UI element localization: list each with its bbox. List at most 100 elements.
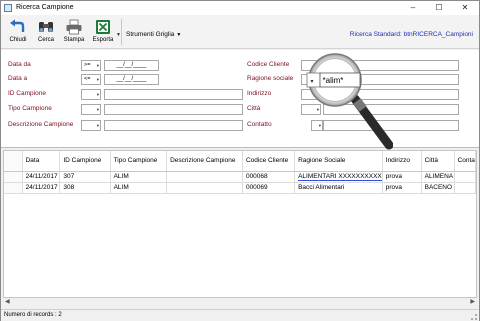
column-header[interactable]: Descrizione Campione — [166, 151, 243, 172]
svg-text:▾: ▾ — [311, 79, 314, 85]
results-table: Data ID Campione Tipo Campione Descrizio… — [4, 151, 476, 194]
resize-grip-icon[interactable] — [471, 314, 477, 320]
esporta-label: Esporta — [92, 37, 114, 43]
table-cell: ALIM — [110, 182, 168, 194]
table-cell: 24/11/2017 — [22, 171, 61, 183]
exit-arrow-icon — [10, 19, 25, 32]
status-bar: Numero di records : 2 — [1, 309, 479, 321]
match-highlight: ALIMENTARI XXXXXXXXXX — [298, 173, 382, 181]
table-cell: ALIM — [110, 171, 168, 183]
descrizione-campione-field[interactable] — [104, 120, 243, 131]
printer-icon — [66, 19, 82, 35]
descrizione-campione-label: Descrizione Campione — [8, 121, 74, 128]
table-row[interactable]: 24/11/2017 307 ALIM 000068 ALIMENTARI XX… — [4, 171, 476, 183]
chevron-down-icon: ▾ — [96, 123, 99, 128]
codice-cliente-label: Codice Cliente — [247, 61, 290, 68]
excel-icon — [96, 20, 110, 34]
data-a-label: Data a — [8, 75, 28, 82]
id-campione-label: ID Campione — [8, 90, 46, 97]
scroll-right-icon[interactable]: ▶ — [470, 298, 475, 305]
ragione-sociale-label: Ragione sociale — [247, 75, 294, 82]
horizontal-scrollbar[interactable]: ◀ ▶ — [3, 298, 477, 306]
data-a-operator-value: <= — [84, 76, 91, 82]
table-cell: ALIMENA — [421, 171, 455, 183]
contatto-label: Contatto — [247, 121, 272, 128]
chevron-down-icon: ▾ — [96, 77, 99, 82]
app-window: Ricerca Campione – ☐ ✕ Chiudi Cerca Stam… — [0, 0, 480, 321]
ricerca-standard-link[interactable]: Ricerca Standard: btnRICERCA_Campioni — [350, 31, 473, 38]
binoculars-icon — [39, 22, 53, 32]
app-icon — [4, 4, 12, 12]
column-header[interactable]: Data — [22, 151, 61, 172]
cerca-label: Cerca — [37, 37, 54, 43]
citta-label: Città — [247, 105, 261, 112]
chevron-down-icon: ▼ — [176, 32, 182, 38]
table-cell: 000068 — [242, 171, 296, 183]
tipo-campione-label: Tipo Campione — [8, 105, 52, 112]
data-da-label: Data da — [8, 61, 31, 68]
table-cell: Bacci Alimentari — [294, 182, 383, 194]
toolbar-separator — [121, 19, 122, 45]
id-campione-field[interactable] — [104, 89, 243, 100]
chevron-down-icon: ▾ — [96, 107, 99, 112]
minimize-button[interactable]: – — [400, 1, 426, 15]
maximize-button[interactable]: ☐ — [426, 1, 452, 15]
record-count: Numero di records : 2 — [4, 312, 62, 318]
table-cell — [454, 171, 476, 183]
table-cell: 307 — [59, 171, 111, 183]
column-header[interactable]: Indirizzo — [382, 151, 422, 172]
table-cell: 000069 — [242, 182, 296, 194]
table-cell: 308 — [59, 182, 111, 194]
row-header-corner — [4, 151, 23, 172]
strumenti-griglia-menu[interactable]: Strumenti Griglia ▼ — [126, 31, 181, 38]
row-header[interactable] — [4, 171, 23, 183]
magnifying-glass-icon: ▾ *alim* — [306, 53, 394, 150]
table-cell — [454, 182, 476, 194]
table-cell: prova — [382, 182, 422, 194]
title-bar: Ricerca Campione – ☐ ✕ — [1, 1, 479, 15]
data-da-operator-value: >= — [84, 62, 91, 68]
row-header[interactable] — [4, 182, 23, 194]
cerca-button[interactable]: Cerca — [33, 17, 59, 47]
tipo-campione-field[interactable] — [104, 104, 243, 115]
column-header[interactable]: Conta — [454, 151, 476, 172]
data-a-field[interactable]: __/__/____ — [104, 74, 159, 85]
data-a-operator[interactable]: <= ▾ — [81, 74, 101, 85]
column-header[interactable]: Codice Cliente — [242, 151, 296, 172]
data-da-operator[interactable]: >= ▾ — [81, 60, 101, 71]
table-row[interactable]: 24/11/2017 308 ALIM 000069 Bacci Aliment… — [4, 182, 476, 194]
id-campione-operator[interactable]: ▾ — [81, 89, 101, 100]
table-cell — [166, 171, 243, 183]
esporta-button[interactable]: Esporta — [89, 17, 117, 47]
tipo-campione-operator[interactable]: ▾ — [81, 104, 101, 115]
chiudi-label: Chiudi — [9, 37, 27, 43]
close-button[interactable]: ✕ — [452, 1, 478, 15]
results-area: Data ID Campione Tipo Campione Descrizio… — [1, 147, 479, 309]
column-header[interactable]: Città — [421, 151, 455, 172]
magnifier-overlay: ▾ *alim* — [303, 53, 394, 153]
results-grid[interactable]: Data ID Campione Tipo Campione Descrizio… — [3, 150, 477, 298]
column-header[interactable]: Tipo Campione — [110, 151, 168, 172]
header-row: Data ID Campione Tipo Campione Descrizio… — [4, 151, 476, 172]
chevron-down-icon: ▾ — [96, 63, 99, 68]
stampa-label: Stampa — [63, 37, 85, 43]
descrizione-campione-operator[interactable]: ▾ — [81, 120, 101, 131]
column-header[interactable]: ID Campione — [59, 151, 111, 172]
table-cell — [166, 182, 243, 194]
indirizzo-label: Indirizzo — [247, 90, 272, 97]
column-header[interactable]: Ragione Sociale — [294, 151, 383, 172]
search-form: Data da >= ▾ __/__/____ Data a <= ▾ __/__/… — [1, 50, 479, 147]
chiudi-button[interactable]: Chiudi — [5, 17, 31, 47]
magnified-ragione-sociale-value: *alim* — [323, 76, 344, 85]
table-cell: prova — [382, 171, 422, 183]
table-cell: BACENO — [421, 182, 455, 194]
stampa-button[interactable]: Stampa — [61, 17, 87, 47]
chevron-down-icon: ▾ — [96, 92, 99, 97]
toolbar: Chiudi Cerca Stampa Esporta ▼ Strumenti … — [1, 15, 479, 49]
window-title: Ricerca Campione — [16, 4, 74, 11]
data-da-field[interactable]: __/__/____ — [104, 60, 159, 71]
table-cell: 24/11/2017 — [22, 182, 61, 194]
scroll-left-icon[interactable]: ◀ — [5, 298, 10, 305]
table-cell: ALIMENTARI XXXXXXXXXX — [294, 171, 383, 183]
strumenti-griglia-label: Strumenti Griglia — [126, 31, 175, 38]
